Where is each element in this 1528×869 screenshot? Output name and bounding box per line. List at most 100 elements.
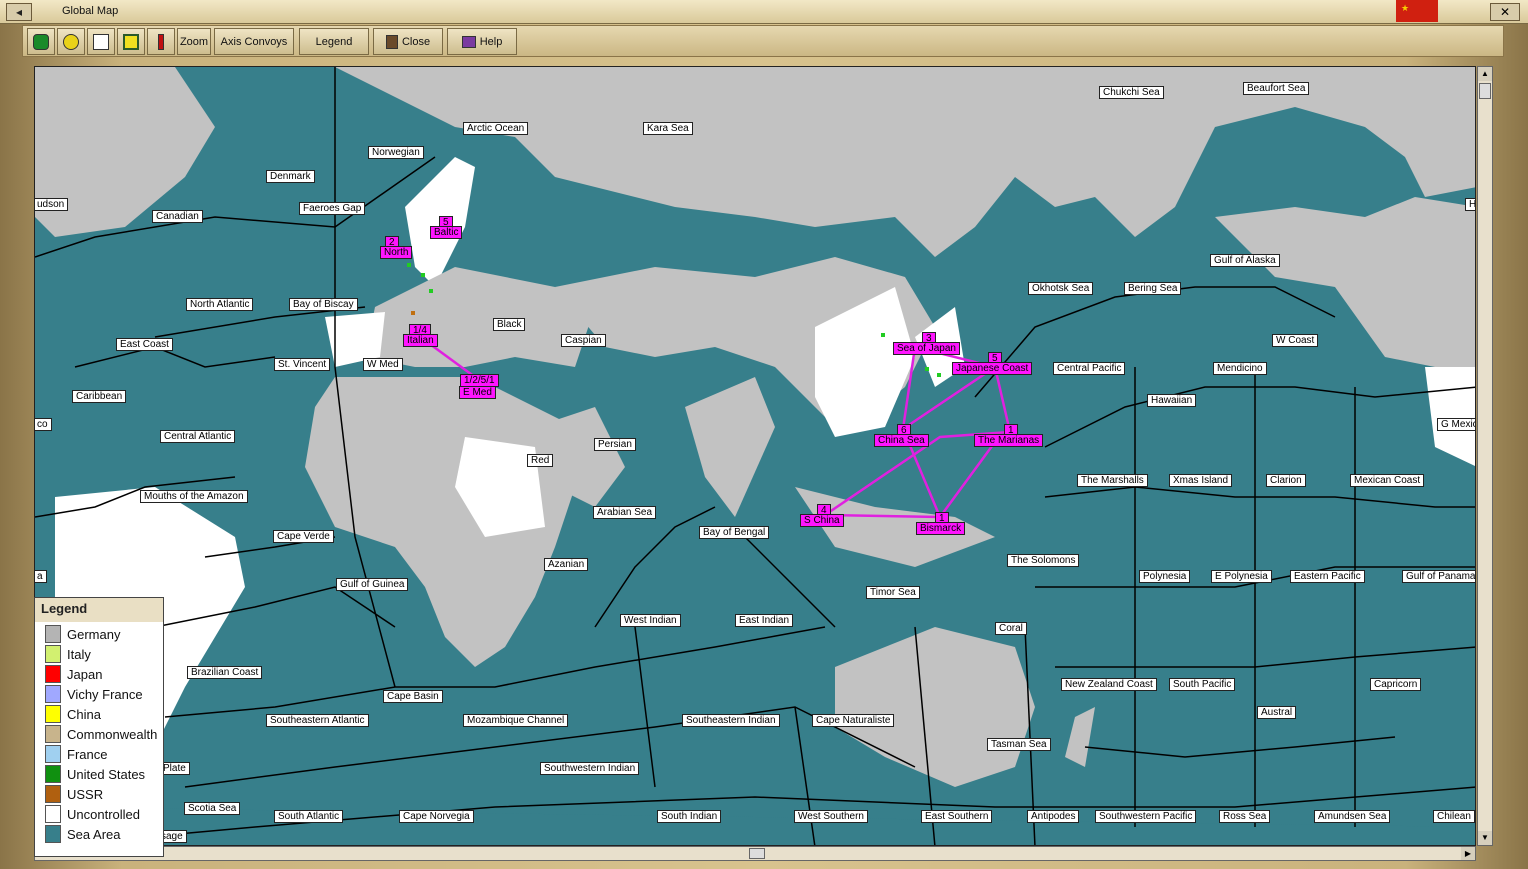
flag-outline-icon (93, 33, 109, 50)
sea-label: Chilean (1433, 810, 1475, 823)
vertical-scrollbar[interactable]: ▲ ▼ (1477, 66, 1493, 846)
help-label: Help (479, 35, 503, 48)
sun-tool-button[interactable] (57, 28, 85, 55)
sun-icon (63, 33, 79, 50)
frame-tool-button[interactable] (117, 28, 145, 55)
legend-button[interactable]: Legend (299, 28, 369, 55)
sea-label: East Southern (921, 810, 993, 823)
convoy-s-china[interactable]: S China (800, 514, 844, 527)
sea-label: Arabian Sea (593, 506, 657, 519)
legend-item: United States (45, 764, 145, 784)
europe (365, 267, 595, 367)
sea-label: Clarion (1266, 474, 1306, 487)
sea-label: Cape Verde (273, 530, 334, 543)
convoy-e-med[interactable]: E Med (459, 386, 496, 399)
sea-label: Gulf of Guinea (336, 578, 409, 591)
sea-label: West Indian (620, 614, 681, 627)
convoy-japanese-coast[interactable]: Japanese Coast (952, 362, 1033, 375)
legend-item: Uncontrolled (45, 804, 140, 824)
horizontal-scroll-thumb[interactable] (749, 848, 765, 859)
legend-item-label: USSR (67, 786, 104, 802)
close-window-button[interactable]: ✕ (1490, 3, 1520, 21)
sea-label: Cape Basin (383, 690, 443, 703)
sea-label: W Med (363, 358, 403, 371)
sea-label: Black (493, 318, 526, 331)
legend-title: Legend (35, 598, 163, 622)
window-frame: ◂ Global Map ★ ✕ Zoom Axis Convoys Legen… (0, 0, 1528, 869)
close-label: Close (401, 35, 431, 48)
legend-swatch (45, 805, 61, 823)
red-marker-icon (158, 33, 164, 50)
sea-label: Chukchi Sea (1099, 86, 1164, 99)
sea-label: Mouths of the Amazon (140, 490, 248, 503)
legend-swatch (45, 665, 61, 683)
legend-item-label: Uncontrolled (67, 806, 140, 822)
vertical-scroll-thumb[interactable] (1479, 83, 1491, 99)
axis-convoys-button[interactable]: Axis Convoys (214, 28, 294, 55)
window-title: Global Map (62, 5, 119, 17)
sea-label: Antipodes (1027, 810, 1080, 823)
green-hexagon-icon (33, 33, 49, 50)
flag-icon: ★ (1396, 0, 1438, 22)
convoy-baltic[interactable]: Baltic (430, 226, 463, 239)
sea-label: Persian (594, 438, 636, 451)
sea-label: The Solomons (1007, 554, 1080, 567)
sea-label: Mendicino (1213, 362, 1267, 375)
sea-label: New Zealand Coast (1061, 678, 1157, 691)
zoom-button[interactable]: Zoom (177, 28, 211, 55)
close-button[interactable]: Close (373, 28, 443, 55)
legend-item: Commonwealth (45, 724, 157, 744)
convoy-italian[interactable]: Italian (403, 334, 438, 347)
global-map[interactable]: Arctic Ocean Kara Sea Chukchi Sea Beaufo… (34, 66, 1476, 846)
axis-convoys-label: Axis Convoys (220, 35, 288, 48)
sea-label: North Atlantic (186, 298, 254, 311)
pin-tool-button[interactable] (147, 28, 175, 55)
legend-item: France (45, 744, 107, 764)
sea-label: Kara Sea (643, 122, 693, 135)
legend-item: USSR (45, 784, 103, 804)
sea-label: a (35, 570, 47, 583)
convoy-the-marianas[interactable]: The Marianas (974, 434, 1044, 447)
convoy-north[interactable]: North (380, 246, 413, 259)
legend-swatch (45, 705, 61, 723)
hex-tool-button[interactable] (27, 28, 55, 55)
help-button[interactable]: Help (447, 28, 517, 55)
americas-west (1425, 367, 1475, 467)
sea-label: Caspian (561, 334, 606, 347)
scroll-down-icon[interactable]: ▼ (1478, 831, 1492, 845)
convoy-china-sea[interactable]: China Sea (874, 434, 929, 447)
scroll-up-icon[interactable]: ▲ (1478, 67, 1492, 81)
sea-label: St. Vincent (274, 358, 331, 371)
legend-swatch (45, 685, 61, 703)
sea-label: West Southern (794, 810, 868, 823)
sea-label: Central Atlantic (160, 430, 236, 443)
system-menu-button[interactable]: ◂ (6, 3, 32, 21)
sea-label: Hu (1465, 198, 1475, 211)
convoy-sea-of-japan[interactable]: Sea of Japan (893, 342, 960, 355)
sea-label: Arctic Ocean (463, 122, 529, 135)
sea-label: Xmas Island (1169, 474, 1233, 487)
legend-panel: Legend Germany Italy Japan Vichy France Chin… (34, 597, 164, 857)
india (685, 377, 775, 517)
sea-label: Faeroes Gap (299, 202, 366, 215)
sea-label: Eastern Pacific (1290, 570, 1365, 583)
sea-label: Ross Sea (1219, 810, 1271, 823)
sea-label: Scotia Sea (184, 802, 241, 815)
horizontal-scrollbar[interactable]: ▶ (34, 846, 1476, 861)
convoy-bismarck[interactable]: Bismarck (916, 522, 966, 535)
sea-label: Tasman Sea (987, 738, 1051, 751)
legend-item-label: Germany (67, 626, 121, 642)
sea-label: Bay of Biscay (289, 298, 358, 311)
sea-label: Southwestern Pacific (1095, 810, 1197, 823)
legend-swatch (45, 645, 61, 663)
sea-label: Capricorn (1370, 678, 1422, 691)
book-icon (461, 35, 476, 48)
flag-tool-button[interactable] (87, 28, 115, 55)
framed-square-icon (123, 33, 139, 50)
scroll-right-icon[interactable]: ▶ (1461, 847, 1475, 860)
legend-item-label: China (67, 706, 101, 722)
sea-label: East Indian (735, 614, 794, 627)
legend-swatch (45, 745, 61, 763)
sea-label: East Coast (116, 338, 173, 351)
title-bar: ◂ Global Map ★ ✕ (0, 0, 1528, 24)
